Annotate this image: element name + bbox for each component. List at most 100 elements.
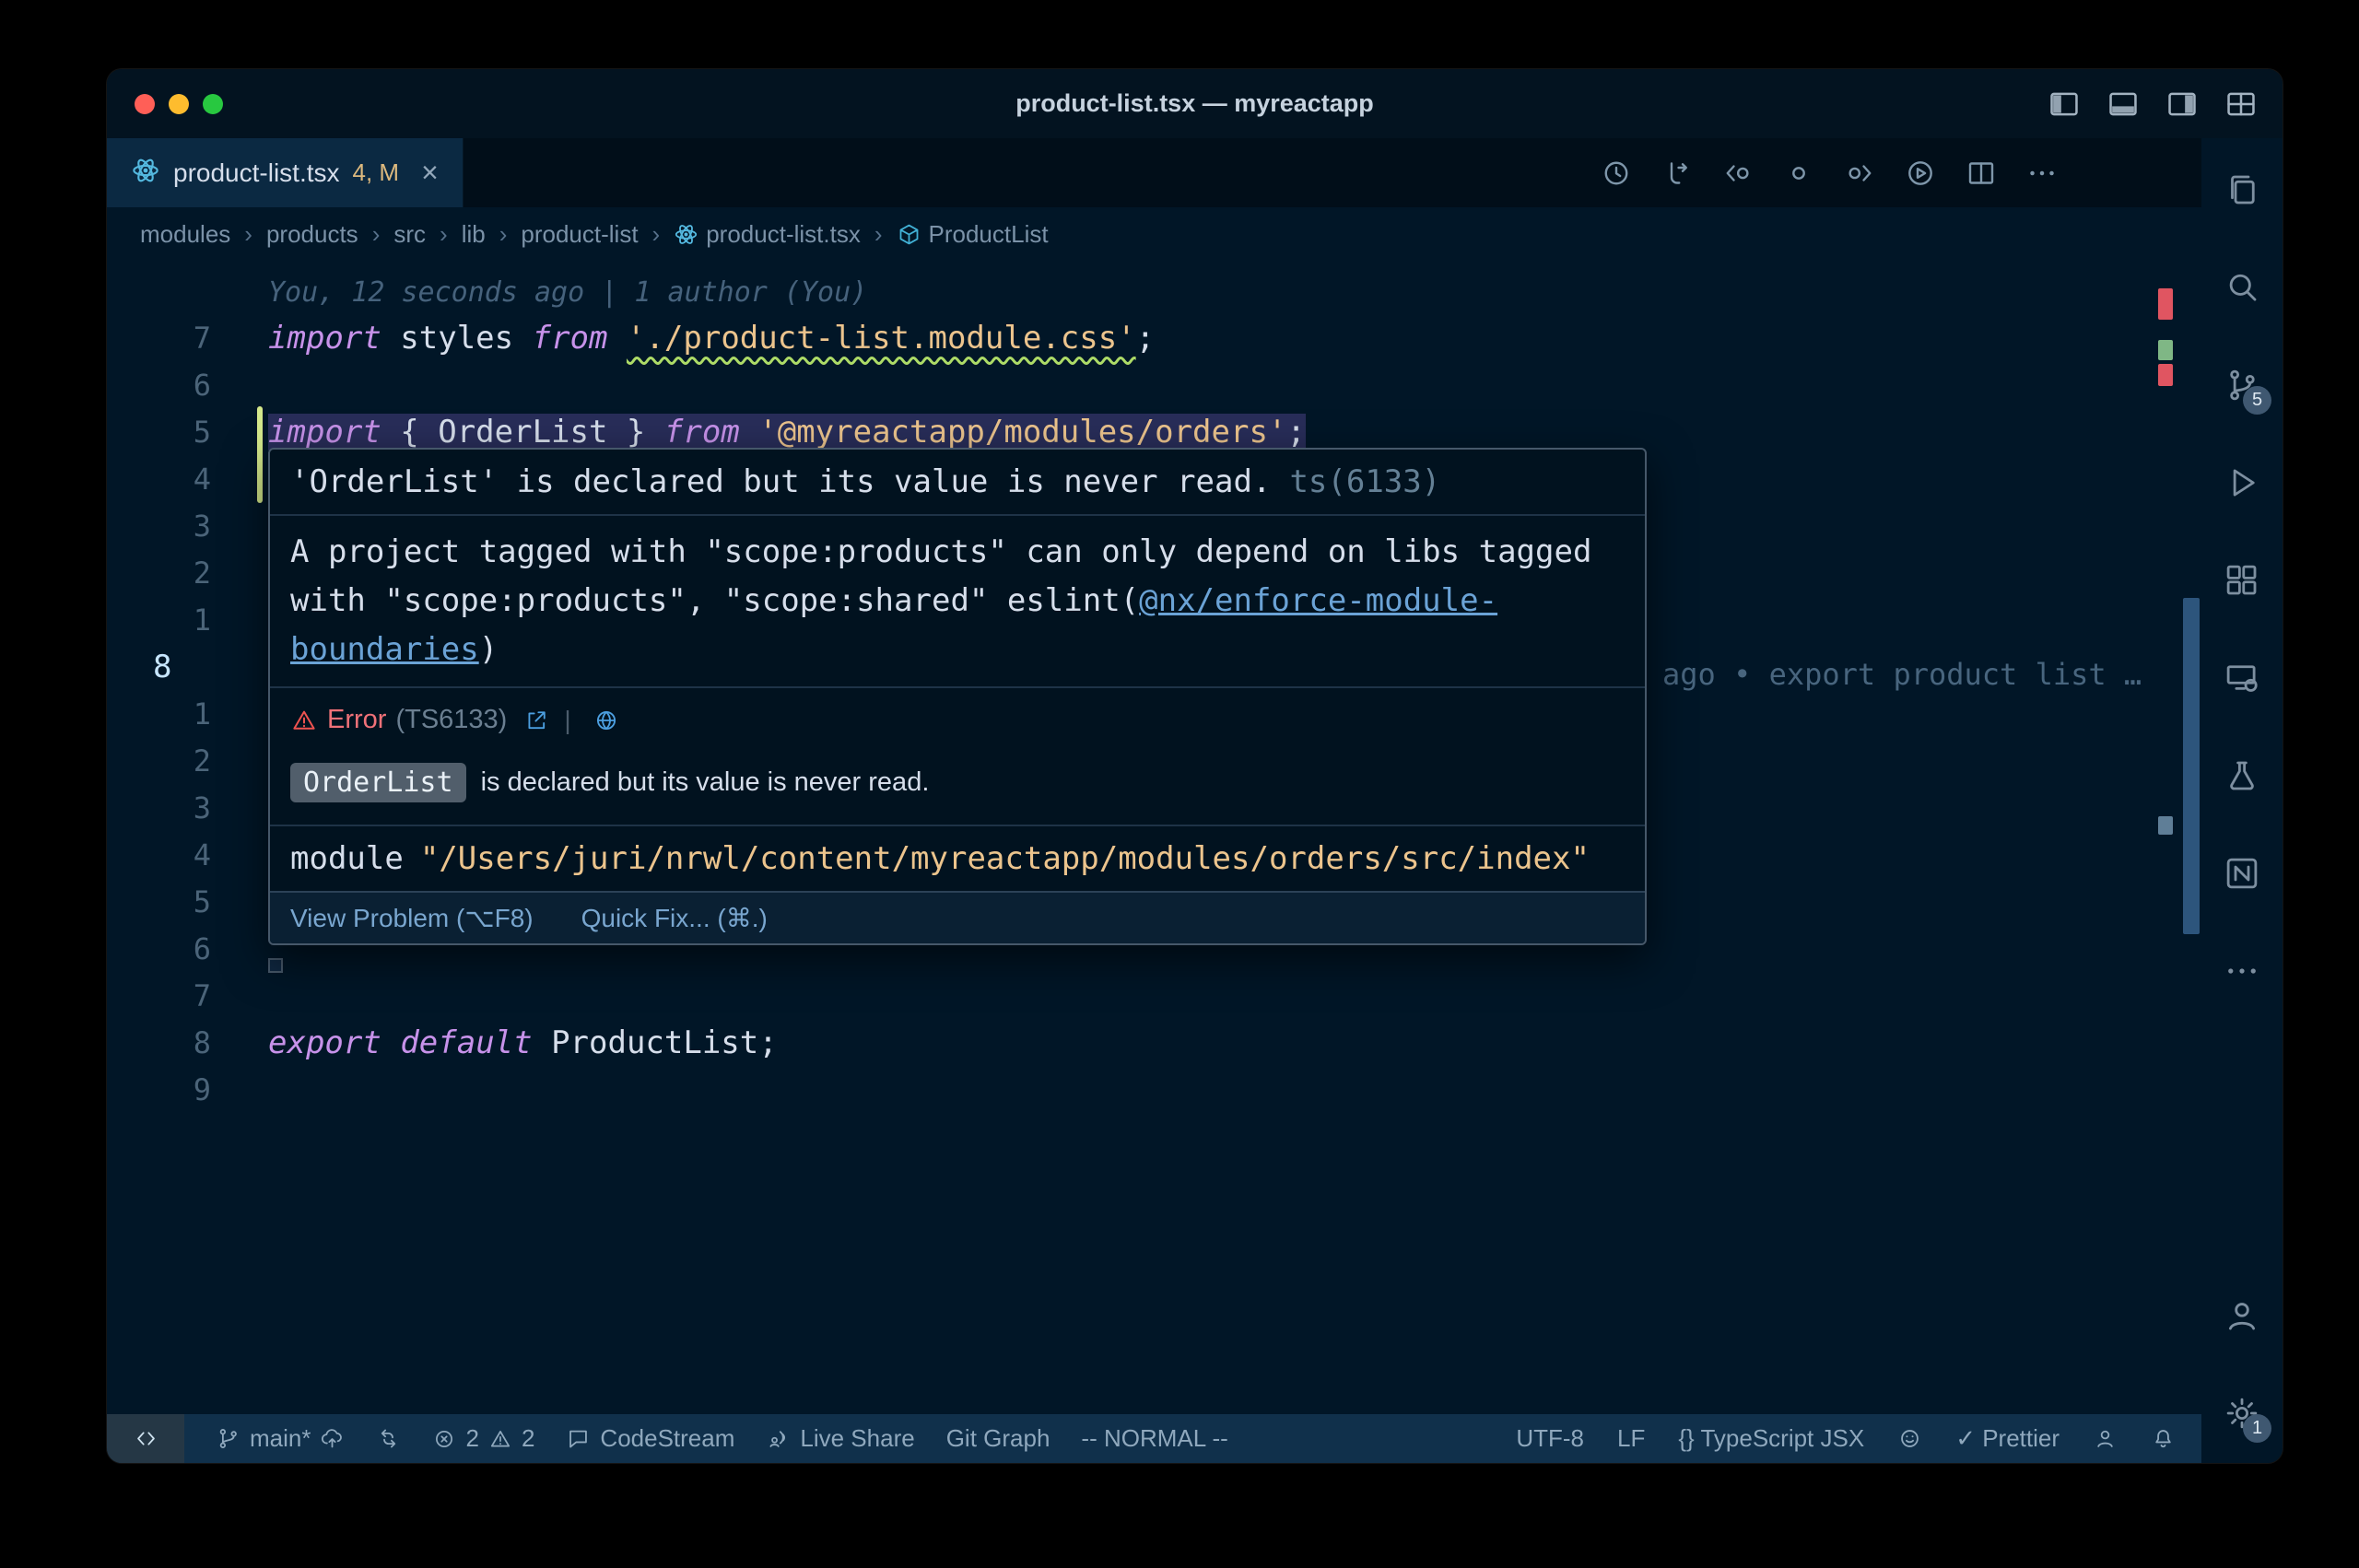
status-notifications[interactable] (2151, 1414, 2176, 1463)
remote-icon (2223, 659, 2261, 697)
line-number[interactable]: 4 (107, 456, 268, 503)
external-link-icon[interactable] (523, 708, 549, 733)
code-token: ; (1286, 414, 1305, 451)
line-number[interactable] (107, 268, 268, 315)
scrollbar-slider[interactable] (2183, 598, 2200, 934)
line-number[interactable]: 4 (107, 832, 268, 879)
activity-bar-item-source-control[interactable]: 5 (2216, 359, 2268, 411)
status-prettier[interactable]: ✓ Prettier (1955, 1414, 2060, 1463)
external-link-icon (523, 708, 549, 733)
status-remote-indicator[interactable] (107, 1414, 184, 1463)
line-number[interactable]: 9 (107, 1067, 268, 1114)
close-tab-button[interactable]: × (421, 156, 439, 190)
run-file-button[interactable] (1904, 157, 1937, 190)
line-number[interactable]: 6 (107, 926, 268, 973)
line-number[interactable]: 8 (107, 644, 268, 691)
tab-product-list[interactable]: product-list.tsx 4, M × (107, 138, 464, 207)
status-branch[interactable]: main* (216, 1414, 345, 1463)
globe-icon[interactable] (593, 708, 619, 733)
status-feedback[interactable] (2093, 1414, 2118, 1463)
breadcrumb-item-product-list[interactable]: product-list (521, 220, 638, 249)
breadcrumb-item-modules[interactable]: modules (140, 220, 230, 249)
activity-bar-item-run-and-debug[interactable] (2216, 457, 2268, 509)
line-number[interactable]: 2 (107, 738, 268, 785)
status-gitlens-compare[interactable] (376, 1414, 401, 1463)
code-token (381, 1024, 400, 1061)
activity-badge: 5 (2243, 386, 2271, 415)
code-token: export (268, 1024, 381, 1061)
next-change-icon (1843, 157, 1876, 190)
tab-bar: product-list.tsx 4, M × (107, 138, 2201, 207)
line-number[interactable]: 1 (107, 597, 268, 644)
changes-button[interactable] (1782, 157, 1815, 190)
status-vim-mode[interactable]: -- NORMAL -- (1081, 1414, 1227, 1463)
line-number[interactable]: 1 (107, 691, 268, 738)
status-problems[interactable]: 22 (432, 1414, 534, 1463)
line-number[interactable]: 7 (107, 315, 268, 362)
activity-bar-item-extensions[interactable] (2216, 555, 2268, 606)
next-change-button[interactable] (1843, 157, 1876, 190)
line-number[interactable]: 6 (107, 362, 268, 409)
view-problem-action[interactable]: View Problem (⌥F8) (290, 903, 534, 933)
activity-bar-item-testing[interactable] (2216, 750, 2268, 802)
line-number[interactable]: 7 (107, 973, 268, 1020)
activity-bar-item-remote-explorer[interactable] (2216, 652, 2268, 704)
status-live-share[interactable]: Live Share (766, 1414, 914, 1463)
activity-bar-item-explorer[interactable] (2216, 164, 2268, 216)
cloud-upload-icon (320, 1426, 345, 1451)
warning-count: 2 (522, 1424, 534, 1453)
activity-bar-item-search[interactable] (2216, 262, 2268, 313)
code-row: 9 (107, 1067, 2201, 1114)
line-number[interactable]: 8 (107, 1020, 268, 1067)
hover-diagnostic-code: ts(6133) (1289, 463, 1440, 500)
line-number[interactable]: 3 (107, 785, 268, 832)
code-line[interactable]: import styles from './product-list.modul… (268, 315, 1155, 362)
line-number[interactable]: 5 (107, 879, 268, 926)
breadcrumb-separator: › (370, 220, 382, 249)
branch-icon (216, 1426, 241, 1451)
customize-layout-button[interactable] (2224, 87, 2259, 122)
status-codestream[interactable]: CodeStream (566, 1414, 734, 1463)
titlebar[interactable]: product-list.tsx — myreactapp (107, 69, 2283, 138)
status-copilot[interactable] (1897, 1414, 1922, 1463)
timeline-button[interactable] (1600, 157, 1633, 190)
status-language-mode[interactable]: {} TypeScript JSX (1678, 1414, 1864, 1463)
error-warning-icon (290, 707, 318, 734)
more-actions-button[interactable] (2025, 157, 2059, 190)
code-line[interactable]: You, 12 seconds ago | 1 author (You) (268, 268, 867, 315)
minimize-window-button[interactable] (169, 94, 189, 114)
toggle-panel-button[interactable] (2106, 87, 2141, 122)
hover-resize-grip[interactable] (268, 958, 283, 973)
editor[interactable]: You, 12 seconds ago | 1 author (You)7imp… (107, 261, 2201, 1414)
status-eol[interactable]: LF (1617, 1414, 1645, 1463)
quick-fix-action[interactable]: Quick Fix... (⌘.) (581, 903, 768, 933)
breadcrumb-item-productlist[interactable]: ProductList (897, 220, 1049, 249)
activity-bar-item-settings[interactable]: 1 (2216, 1387, 2268, 1439)
toggle-primary-sidebar-button[interactable] (2047, 87, 2082, 122)
zoom-window-button[interactable] (203, 94, 223, 114)
breadcrumb-item-product-list-tsx[interactable]: product-list.tsx (674, 220, 861, 249)
activity-badge: 1 (2243, 1414, 2271, 1443)
overview-ruler[interactable] (2158, 261, 2201, 1414)
line-number[interactable]: 3 (107, 503, 268, 550)
line-number[interactable]: 2 (107, 550, 268, 597)
line-number[interactable]: 5 (107, 409, 268, 456)
status-git-graph[interactable]: Git Graph (946, 1414, 1050, 1463)
activity-bar-item-nx-console[interactable] (2216, 848, 2268, 899)
hover-actions-bar: View Problem (⌥F8) Quick Fix... (⌘.) (270, 891, 1645, 943)
split-editor-button[interactable] (1965, 157, 1998, 190)
breadcrumb-item-src[interactable]: src (393, 220, 426, 249)
code-line[interactable]: export default ProductList; (268, 1020, 778, 1067)
breadcrumb-item-products[interactable]: products (266, 220, 358, 249)
activity-bar-item-additional-views[interactable] (2216, 945, 2268, 997)
close-window-button[interactable] (135, 94, 155, 114)
prev-change-button[interactable] (1721, 157, 1755, 190)
status-encoding[interactable]: UTF-8 (1516, 1414, 1584, 1463)
smiley-icon (1897, 1426, 1922, 1451)
breadcrumb-separator: › (873, 220, 885, 249)
activity-bar-item-accounts[interactable] (2216, 1290, 2268, 1341)
toggle-secondary-sidebar-button[interactable] (2165, 87, 2200, 122)
prev-change-icon (1721, 157, 1755, 190)
breadcrumb-item-lib[interactable]: lib (462, 220, 486, 249)
compare-branches-button[interactable] (1661, 157, 1694, 190)
